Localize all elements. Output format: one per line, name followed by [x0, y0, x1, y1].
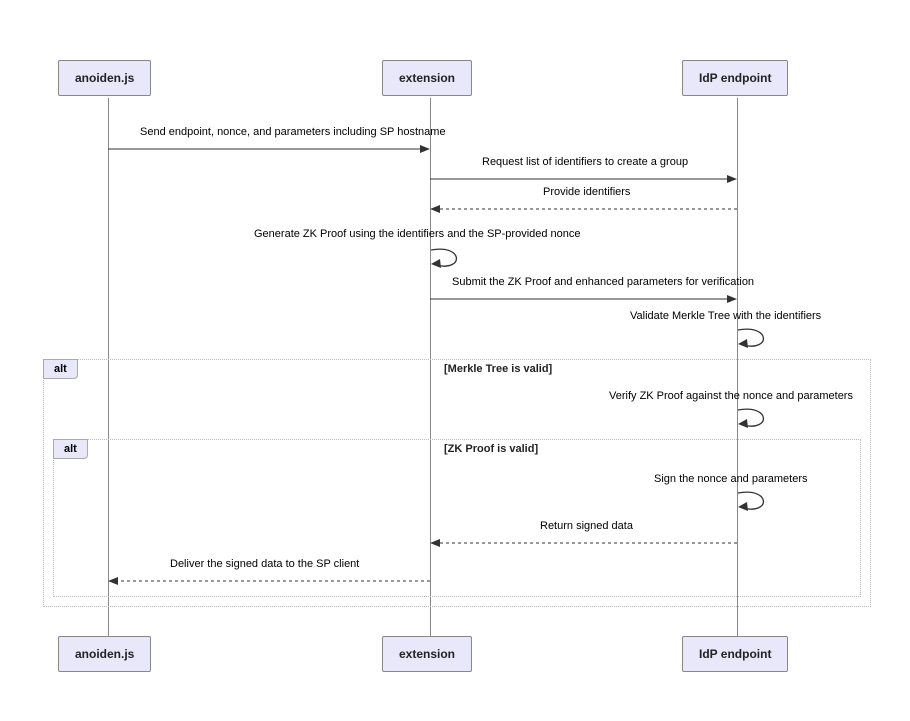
msg-label: Submit the ZK Proof and enhanced paramet… — [452, 276, 754, 288]
participant-label: anoiden.js — [75, 647, 134, 661]
participant-idp-bottom: IdP endpoint — [682, 636, 788, 672]
msg-label: Verify ZK Proof against the nonce and pa… — [609, 390, 853, 402]
participant-label: extension — [399, 647, 455, 661]
msg-label: Sign the nonce and parameters — [654, 473, 808, 485]
alt-condition-outer: [Merkle Tree is valid] — [444, 363, 552, 375]
selfloop-m6 — [737, 328, 777, 356]
arrow-m9 — [430, 537, 737, 549]
selfloop-m8 — [737, 491, 777, 519]
selfloop-m4 — [430, 248, 470, 276]
sequence-diagram: anoiden.js extension IdP endpoint anoide… — [0, 0, 910, 721]
msg-label: Generate ZK Proof using the identifiers … — [254, 228, 581, 240]
participant-extension-bottom: extension — [382, 636, 472, 672]
participant-label: IdP endpoint — [699, 71, 771, 85]
alt-label-outer: alt — [43, 359, 78, 379]
msg-label: Validate Merkle Tree with the identifier… — [630, 310, 821, 322]
participant-anoiden-top: anoiden.js — [58, 60, 151, 96]
alt-label-inner: alt — [53, 439, 88, 459]
msg-label: Send endpoint, nonce, and parameters inc… — [140, 126, 446, 138]
arrow-m5 — [430, 293, 737, 305]
alt-condition-inner: [ZK Proof is valid] — [444, 443, 538, 455]
participant-extension-top: extension — [382, 60, 472, 96]
msg-label: Provide identifiers — [543, 186, 630, 198]
participant-anoiden-bottom: anoiden.js — [58, 636, 151, 672]
selfloop-m7 — [737, 408, 777, 436]
participant-label: anoiden.js — [75, 71, 134, 85]
arrow-m10 — [108, 575, 430, 587]
msg-label: Deliver the signed data to the SP client — [170, 558, 359, 570]
participant-label: extension — [399, 71, 455, 85]
msg-label: Return signed data — [540, 520, 633, 532]
msg-label: Request list of identifiers to create a … — [482, 156, 688, 168]
arrow-m1 — [108, 143, 430, 155]
arrow-m3 — [430, 203, 737, 215]
arrow-m2 — [430, 173, 737, 185]
participant-label: IdP endpoint — [699, 647, 771, 661]
participant-idp-top: IdP endpoint — [682, 60, 788, 96]
